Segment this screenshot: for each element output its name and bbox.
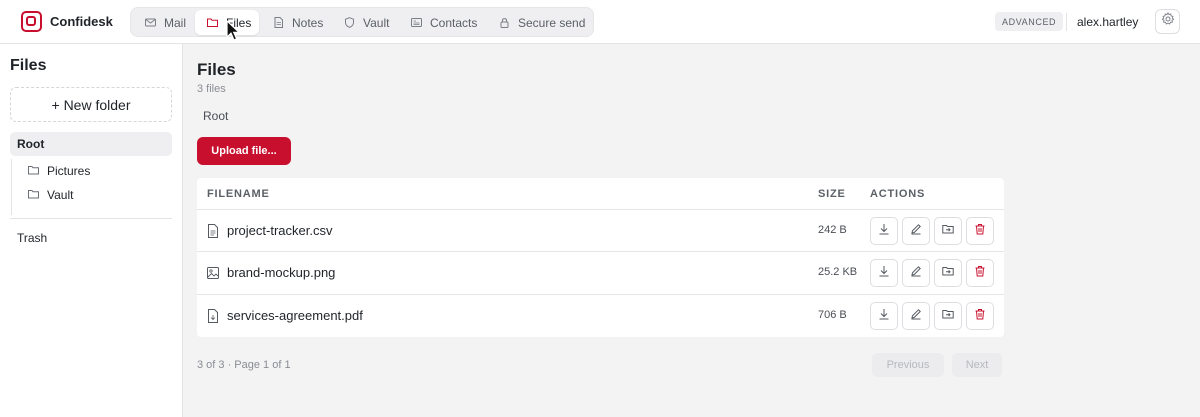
tree-guide-line	[11, 159, 12, 215]
pencil-icon	[910, 307, 922, 325]
folder-item-pictures[interactable]: Pictures	[28, 162, 90, 180]
files-table: FILENAME SIZE ACTIONS project-tracker.cs…	[197, 178, 1004, 337]
trash-icon	[974, 307, 986, 325]
file-size: 706 B	[818, 309, 847, 321]
breadcrumb[interactable]: Root	[203, 109, 228, 123]
pencil-icon	[910, 264, 922, 282]
download-icon	[878, 264, 890, 282]
move-button[interactable]	[934, 302, 962, 330]
file-size: 242 B	[818, 224, 847, 236]
column-header-size: SIZE	[818, 188, 846, 200]
mouse-cursor-icon	[226, 19, 242, 42]
folder-label: Pictures	[47, 164, 91, 178]
lock-icon	[499, 17, 510, 28]
delete-button[interactable]	[966, 259, 994, 287]
sidebar: Files + New folder Root Pictures Vault T…	[0, 44, 183, 417]
gear-icon	[1161, 12, 1175, 31]
pdf-icon	[207, 309, 219, 323]
image-icon	[207, 266, 219, 280]
rename-button[interactable]	[902, 259, 930, 287]
download-button[interactable]	[870, 217, 898, 245]
page-title: Files	[197, 60, 236, 79]
folder-tree-root[interactable]: Root	[10, 132, 172, 156]
tab-label: Vault	[363, 15, 390, 30]
pencil-icon	[910, 222, 922, 240]
move-button[interactable]	[934, 217, 962, 245]
column-header-filename: FILENAME	[207, 188, 270, 200]
column-header-actions: ACTIONS	[870, 188, 926, 200]
download-button[interactable]	[870, 302, 898, 330]
table-row[interactable]: brand-mockup.png 25.2 KB	[197, 251, 1004, 293]
rename-button[interactable]	[902, 217, 930, 245]
delete-button[interactable]	[966, 217, 994, 245]
tab-label: Mail	[164, 15, 187, 30]
download-button[interactable]	[870, 259, 898, 287]
file-name[interactable]: brand-mockup.png	[227, 265, 335, 280]
previous-page-button[interactable]: Previous	[872, 353, 944, 377]
file-size: 25.2 KB	[818, 266, 858, 278]
folder-icon	[207, 17, 218, 28]
trash-icon	[974, 264, 986, 282]
header-divider	[1066, 13, 1067, 31]
delete-button[interactable]	[966, 302, 994, 330]
shield-icon	[344, 17, 355, 28]
file-count: 3 files	[197, 83, 226, 95]
trash-icon	[974, 222, 986, 240]
move-folder-icon	[942, 222, 954, 240]
settings-button[interactable]	[1155, 9, 1180, 34]
tab-mail[interactable]: Mail	[133, 10, 195, 35]
pagination-info: 3 of 3 · Page 1 of 1	[197, 359, 291, 371]
mail-icon	[145, 17, 156, 28]
tab-notes[interactable]: Notes	[261, 10, 331, 35]
table-row[interactable]: services-agreement.pdf 706 B	[197, 294, 1004, 336]
contact-card-icon	[411, 17, 422, 28]
username[interactable]: alex.hartley	[1077, 15, 1138, 29]
next-page-button[interactable]: Next	[952, 353, 1002, 377]
upload-file-button[interactable]: Upload file...	[197, 137, 291, 165]
sidebar-title: Files	[10, 57, 47, 74]
tab-vault[interactable]: Vault	[332, 10, 398, 35]
plan-badge: ADVANCED	[995, 12, 1064, 31]
sidebar-item-trash[interactable]: Trash	[17, 231, 47, 245]
table-row[interactable]: project-tracker.csv 242 B	[197, 209, 1004, 251]
folder-icon	[28, 188, 39, 202]
tab-label: Notes	[292, 15, 324, 30]
tab-secure-send[interactable]: Secure send	[487, 10, 591, 35]
folder-item-vault[interactable]: Vault	[28, 186, 73, 204]
sidebar-divider	[10, 218, 172, 219]
folder-icon	[28, 164, 39, 178]
tab-label: Contacts	[430, 15, 478, 30]
move-folder-icon	[942, 264, 954, 282]
tab-contacts[interactable]: Contacts	[399, 10, 485, 35]
file-name[interactable]: services-agreement.pdf	[227, 308, 363, 323]
top-bar: Confidesk Mail Files Notes Vault Contact…	[0, 0, 1200, 44]
main-nav: Mail Files Notes Vault Contacts Secure s…	[130, 7, 594, 37]
new-folder-button[interactable]: + New folder	[10, 87, 172, 122]
download-icon	[878, 222, 890, 240]
folder-label: Vault	[47, 188, 74, 202]
move-folder-icon	[942, 307, 954, 325]
tab-label: Secure send	[518, 15, 586, 30]
move-button[interactable]	[934, 259, 962, 287]
note-icon	[273, 17, 284, 28]
file-name[interactable]: project-tracker.csv	[227, 223, 332, 238]
app-name: Confidesk	[50, 14, 113, 29]
download-icon	[878, 307, 890, 325]
rename-button[interactable]	[902, 302, 930, 330]
app-logo-icon[interactable]	[21, 11, 42, 32]
document-icon	[207, 224, 219, 238]
